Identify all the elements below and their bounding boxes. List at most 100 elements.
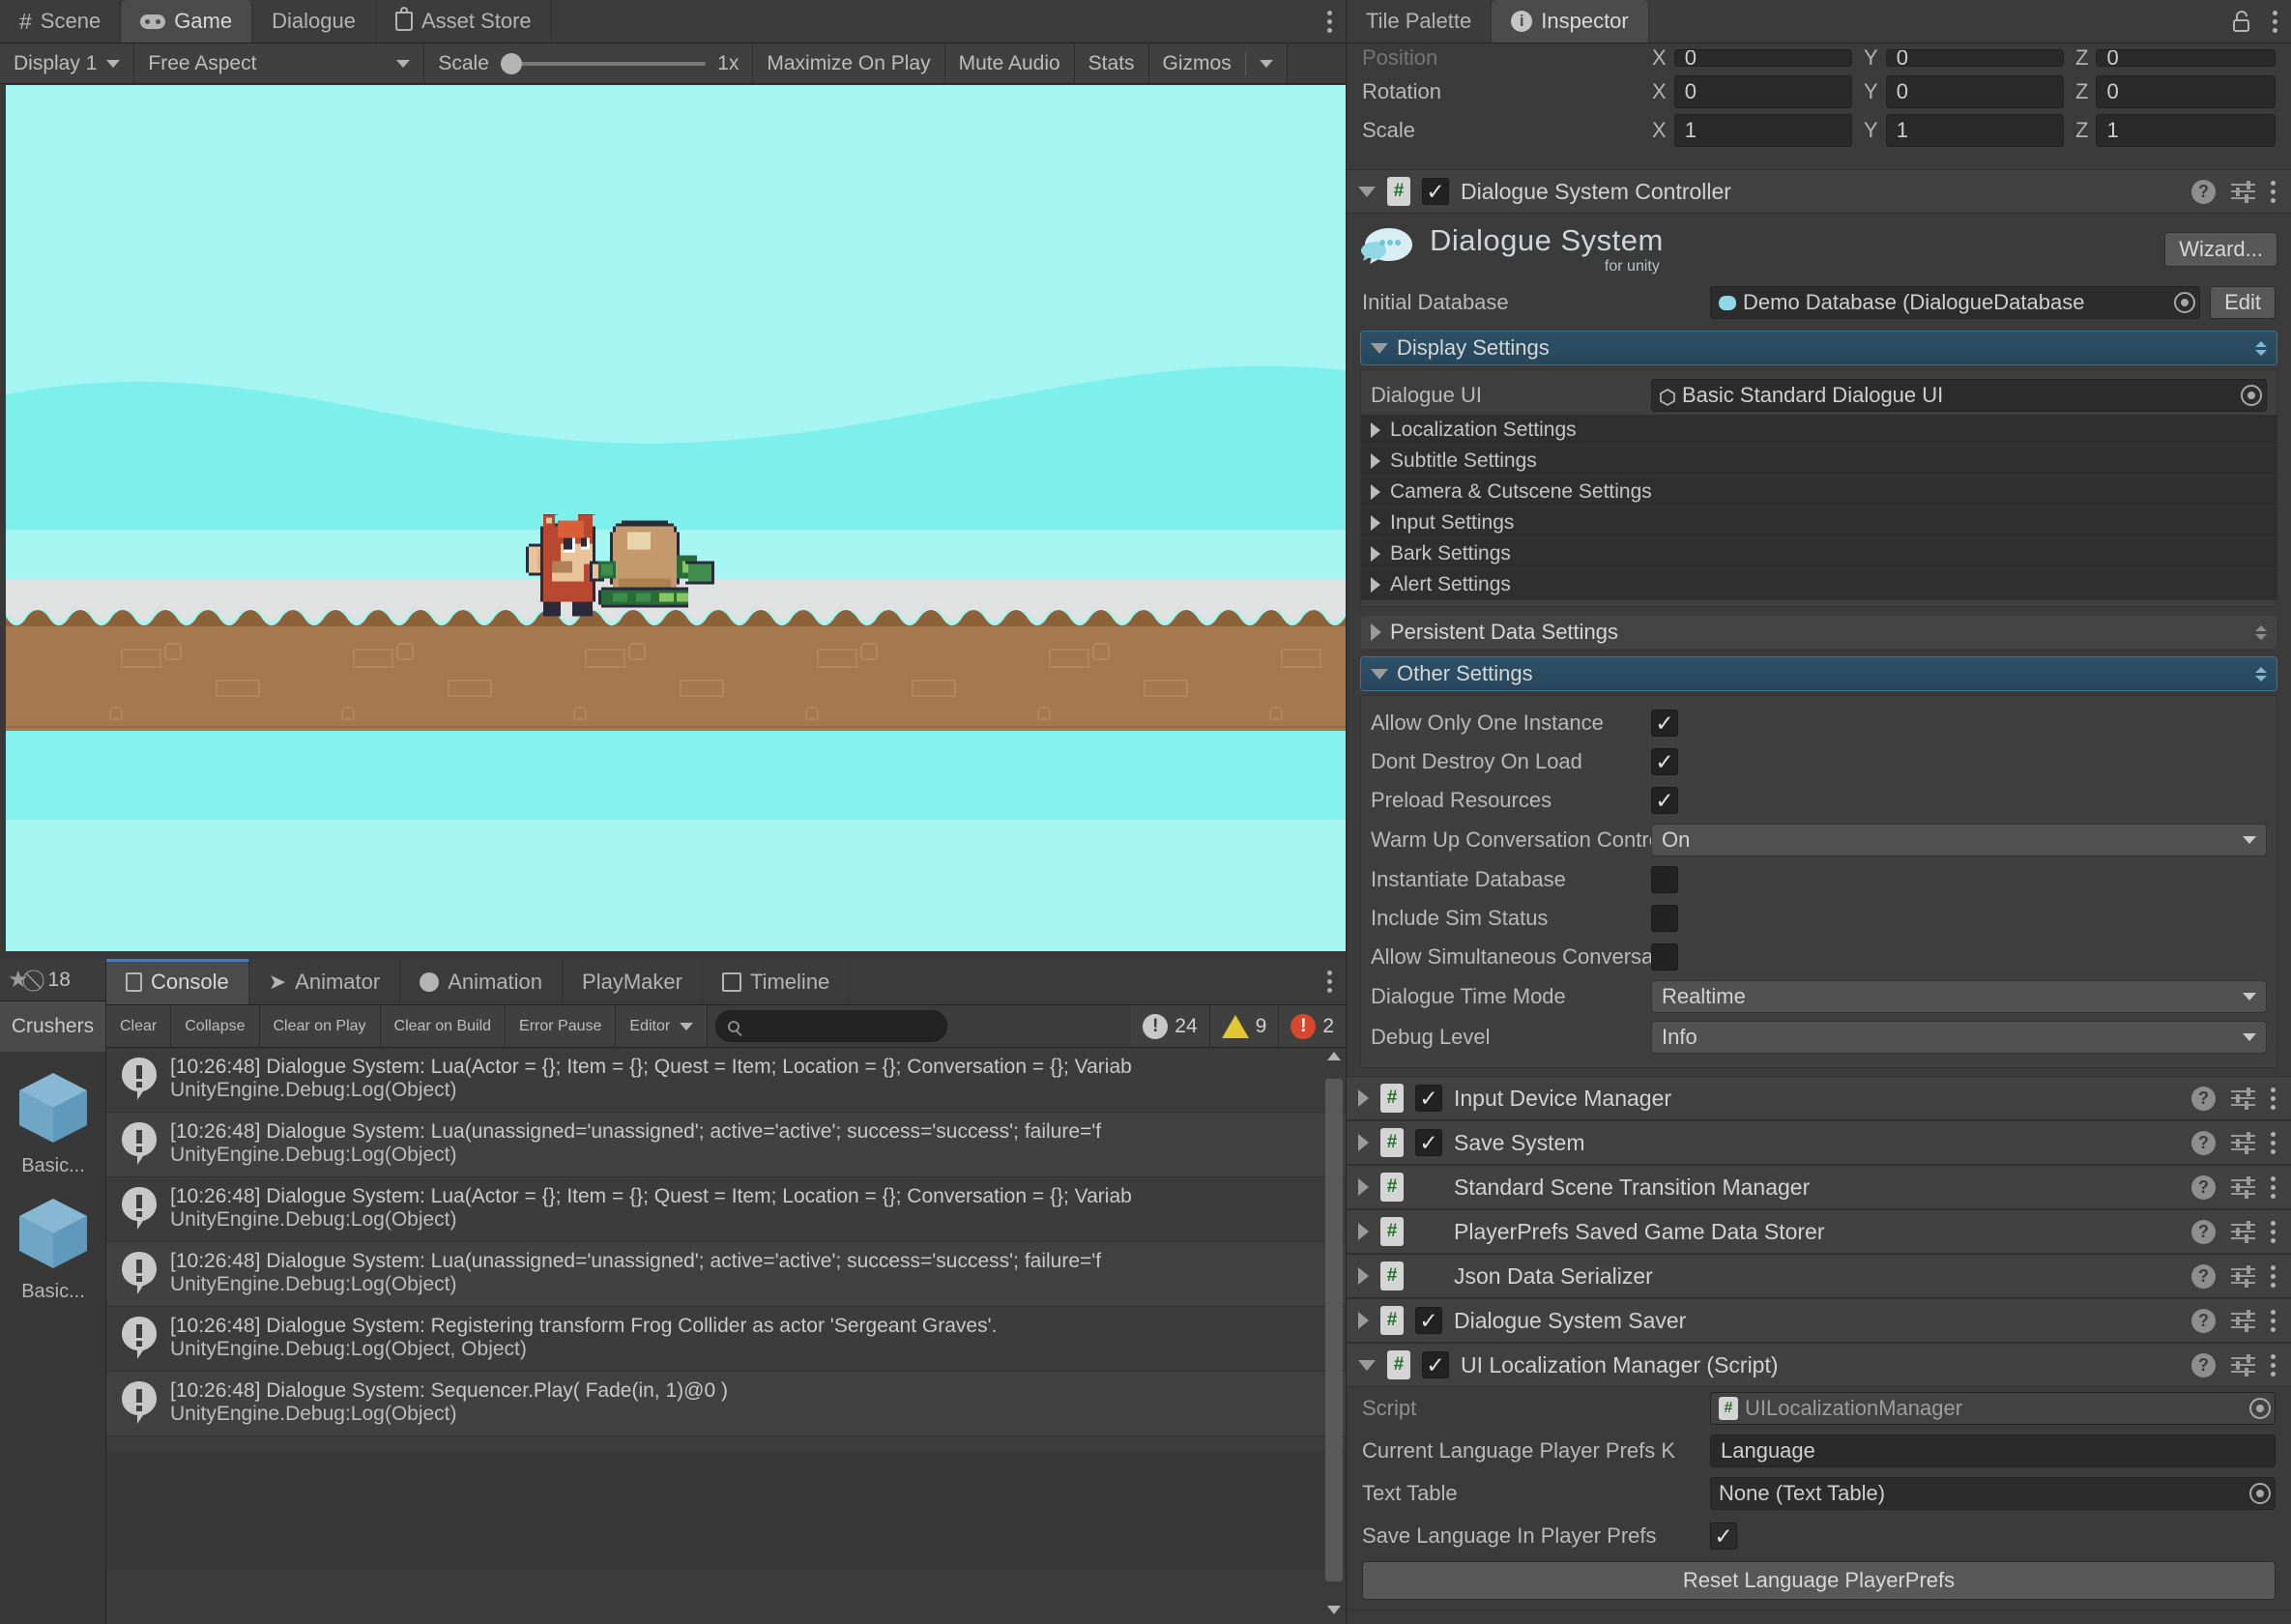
help-icon[interactable]: ? [2191,1263,2216,1289]
component-menu-icon[interactable] [2271,1131,2276,1154]
section-other-settings[interactable]: Other Settings [1360,656,2277,691]
gizmos-dropdown[interactable]: Gizmos [1148,44,1288,83]
foldout-arrow-icon[interactable] [1358,1312,1369,1329]
allow-simultaneous-conversations-checkbox[interactable] [1651,943,1678,971]
component-header-json-data-serializer[interactable]: # Json Data Serializer ? [1347,1254,2291,1298]
inspector-menu-icon[interactable] [2259,0,2291,43]
rotation-y-field[interactable]: 0 [1885,75,2064,108]
maximize-on-play-button[interactable]: Maximize On Play [753,44,945,83]
tab-scene[interactable]: # Scene [0,0,122,43]
foldout-subtitle-settings[interactable]: Subtitle Settings [1361,446,2276,477]
edit-database-button[interactable]: Edit [2210,286,2276,319]
dont-destroy-on-load-checkbox[interactable]: ✓ [1651,748,1678,775]
log-entry[interactable]: [10:26:48] Dialogue System: Lua(unassign… [106,1242,1346,1307]
object-picker-icon[interactable] [2241,385,2262,406]
component-menu-icon[interactable] [2271,1264,2276,1288]
save-language-in-player-prefs-checkbox[interactable]: ✓ [1710,1522,1737,1550]
position-z-field[interactable]: 0 [2096,49,2276,67]
foldout-arrow-icon[interactable] [1371,342,1388,354]
list-item[interactable]: Basic... [0,1177,106,1303]
section-expander-icon[interactable] [2255,340,2267,356]
scale-x-field[interactable]: 1 [1673,114,1852,147]
inspector-lock-icon[interactable] [2230,0,2259,43]
preset-sliders-icon[interactable] [2231,1088,2255,1110]
rotation-x-field[interactable]: 0 [1673,75,1852,108]
preset-sliders-icon[interactable] [2231,1265,2255,1288]
console-scrollbar[interactable] [1325,1052,1343,1614]
log-entry[interactable]: [10:26:48] Dialogue System: Lua(Actor = … [106,1177,1346,1242]
foldout-arrow-icon[interactable] [1358,1178,1369,1196]
instantiate-database-checkbox[interactable] [1651,866,1678,893]
favorite-star-icon[interactable]: ★ [8,966,29,994]
log-entry[interactable]: [10:26:48] Dialogue System: Lua(Actor = … [106,1048,1346,1113]
position-y-field[interactable]: 0 [1885,49,2064,67]
object-picker-icon[interactable] [2174,292,2196,313]
console-scrollbar-thumb[interactable] [1325,1079,1343,1581]
mute-audio-button[interactable]: Mute Audio [944,44,1075,83]
log-entry[interactable]: [10:26:48] Dialogue System: Lua(unassign… [106,1113,1346,1177]
section-expander-icon[interactable] [2255,624,2267,640]
scale-z-field[interactable]: 1 [2096,114,2276,147]
foldout-arrow-icon[interactable] [1358,1223,1369,1240]
game-panel-menu-icon[interactable] [1314,0,1346,43]
clear-on-build-button[interactable]: Clear on Build [380,1005,507,1047]
foldout-arrow-icon[interactable] [1358,186,1376,197]
component-header-input-device-manager[interactable]: # ✓ Input Device Manager ? [1347,1076,2291,1120]
component-menu-icon[interactable] [2271,1353,2276,1377]
section-persistent-data-settings[interactable]: Persistent Data Settings [1360,615,2277,650]
tab-timeline[interactable]: Timeline [702,959,851,1004]
text-table-field[interactable]: None (Text Table) [1710,1477,2276,1510]
clear-on-play-button[interactable]: Clear on Play [259,1005,381,1047]
help-icon[interactable]: ? [2191,1174,2216,1200]
error-count[interactable]: ! 2 [1279,1005,1346,1047]
component-menu-icon[interactable] [2271,1309,2276,1332]
help-icon[interactable]: ? [2191,1219,2216,1244]
component-enabled-checkbox[interactable]: ✓ [1422,1351,1449,1378]
preload-resources-checkbox[interactable]: ✓ [1651,787,1678,814]
component-header-standard-scene-transition-manager[interactable]: # Standard Scene Transition Manager ? [1347,1165,2291,1209]
scale-slider-track[interactable] [500,52,707,74]
tab-playmaker[interactable]: PlayMaker [563,959,703,1004]
component-menu-icon[interactable] [2271,1220,2276,1243]
component-header-playerprefs-saved-game-data-storer[interactable]: # PlayerPrefs Saved Game Data Storer ? [1347,1209,2291,1254]
initial-database-field[interactable]: Demo Database (DialogueDatabase [1710,286,2201,319]
display-dropdown[interactable]: Display 1 [0,44,135,83]
console-log-list[interactable]: [10:26:48] Dialogue System: Lua(Actor = … [106,1048,1346,1624]
error-pause-button[interactable]: Error Pause [506,1005,617,1047]
component-enabled-checkbox[interactable]: ✓ [1415,1307,1442,1334]
current-language-player-prefs-key-input[interactable]: Language [1710,1435,2276,1467]
tab-game[interactable]: Game [121,0,253,43]
preset-sliders-icon[interactable] [2231,1221,2255,1243]
preset-sliders-icon[interactable] [2231,1354,2255,1377]
debug-level-dropdown[interactable]: Info [1651,1021,2267,1054]
log-entry[interactable]: [10:26:48] Dialogue System: Sequencer.Pl… [106,1372,1346,1436]
foldout-localization-settings[interactable]: Localization Settings [1361,415,2276,446]
foldout-arrow-icon[interactable] [1371,668,1388,680]
tab-asset-store[interactable]: Asset Store [375,0,552,43]
foldout-arrow-icon[interactable] [1358,1267,1369,1285]
console-menu-icon[interactable] [1314,959,1346,1004]
list-item[interactable]: Basic... [0,1052,106,1177]
component-header-ui-localization-manager[interactable]: # ✓ UI Localization Manager (Script) ? [1347,1343,2291,1387]
wizard-button[interactable]: Wizard... [2164,232,2277,267]
scroll-up-arrow[interactable] [1327,1052,1341,1060]
aspect-dropdown[interactable]: Free Aspect [134,44,425,83]
dialogue-ui-field[interactable]: Basic Standard Dialogue UI [1651,379,2267,412]
editor-dropdown[interactable]: Editor [616,1005,709,1047]
foldout-arrow-icon[interactable] [1358,1359,1376,1371]
foldout-bark-settings[interactable]: Bark Settings [1361,538,2276,569]
tab-dialogue[interactable]: Dialogue [252,0,376,43]
reset-language-playerprefs-button[interactable]: Reset Language PlayerPrefs [1362,1561,2276,1600]
dialogue-time-mode-dropdown[interactable]: Realtime [1651,980,2267,1013]
component-enabled-checkbox[interactable]: ✓ [1422,178,1449,205]
collapse-button[interactable]: Collapse [171,1005,260,1047]
preset-sliders-icon[interactable] [2231,1310,2255,1332]
help-icon[interactable]: ? [2191,1352,2216,1378]
foldout-input-settings[interactable]: Input Settings [1361,508,2276,538]
preset-sliders-icon[interactable] [2231,181,2255,203]
tab-tile-palette[interactable]: Tile Palette [1347,0,1493,43]
info-count[interactable]: ! 24 [1131,1005,1210,1047]
component-header-dialogue-system-saver[interactable]: # ✓ Dialogue System Saver ? [1347,1298,2291,1343]
foldout-camera-cutscene-settings[interactable]: Camera & Cutscene Settings [1361,477,2276,508]
rotation-z-field[interactable]: 0 [2096,75,2276,108]
